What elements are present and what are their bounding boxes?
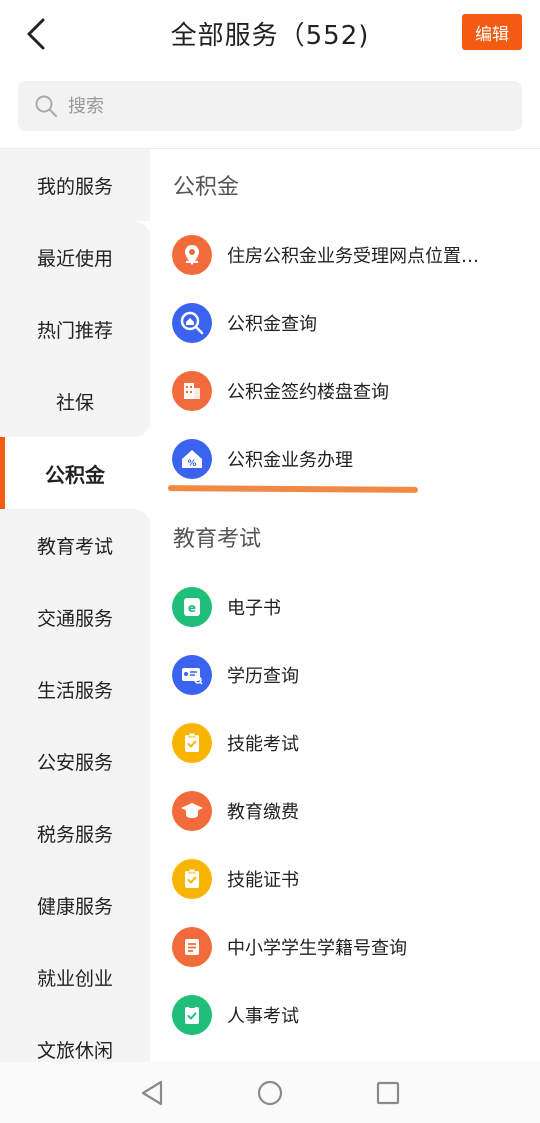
sidebar-item-label: 公安服务 [36,751,113,774]
service-item-fund-location[interactable]: 住房公积金业务受理网点位置… [150,221,540,289]
sidebar-item-label: 就业创业 [36,967,113,990]
location-pin-icon [172,235,212,275]
ebook-icon: e [172,587,212,627]
sidebar-item-label: 社保 [55,391,94,414]
sidebar-item-hot[interactable]: 热门推荐 [0,293,150,365]
service-label: 电子书 [227,598,281,619]
header: 全部服务（552) 编辑 [0,0,540,68]
service-label: 住房公积金业务受理网点位置… [227,246,479,267]
service-item-personnel-exam[interactable]: 人事考试 [150,981,540,1049]
sidebar-item-police[interactable]: 公安服务 [0,725,150,797]
service-item-degree-query[interactable]: 学历查询 [150,641,540,709]
sidebar-item-label: 教育考试 [36,535,113,558]
category-sidebar: 我的服务 最近使用 热门推荐 社保 公积金 教育考试 交通服务 生活服务 公安服… [0,149,150,1062]
service-item-skill-certificate[interactable]: 技能证书 [150,845,540,913]
search-icon [35,95,57,117]
service-item-ebook[interactable]: e 电子书 [150,573,540,641]
section-title: 公积金 [173,175,240,200]
document-check-icon [172,995,212,1035]
service-label: 人事考试 [227,1006,299,1027]
service-label: 公积金查询 [227,314,317,335]
service-label: 公积金签约楼盘查询 [227,382,389,403]
sidebar-item-tax[interactable]: 税务服务 [0,797,150,869]
svg-text:%: % [187,459,196,469]
square-recents-icon [376,1081,400,1104]
graduation-cap-icon [172,791,212,831]
sidebar-item-life[interactable]: 生活服务 [0,653,150,725]
edit-button[interactable]: 编辑 [462,14,522,50]
student-card-icon [172,927,212,967]
service-label: 教育缴费 [227,802,299,823]
certificate-search-icon [172,655,212,695]
clipboard-check-icon [172,859,212,899]
nav-recents-button[interactable] [373,1078,403,1108]
service-label: 技能考试 [227,734,299,755]
service-list: 公积金 住房公积金业务受理网点位置… 公积金查询 公积金签约楼盘查询 % 公积金… [150,149,540,1062]
svg-text:e: e [188,601,196,615]
sidebar-item-label: 交通服务 [36,607,113,630]
search-input[interactable] [68,95,468,117]
sidebar-item-employment[interactable]: 就业创业 [0,941,150,1013]
system-nav-bar [0,1062,540,1123]
section-title: 教育考试 [173,527,262,552]
service-item-skill-exam[interactable]: 技能考试 [150,709,540,777]
sidebar-item-label: 健康服务 [36,895,113,918]
service-label: 公积金业务办理 [227,450,353,471]
sidebar-item-culture-tourism[interactable]: 文旅休闲 [0,1013,150,1062]
service-label: 中小学学生学籍号查询 [227,938,407,959]
sidebar-item-housing-fund[interactable]: 公积金 [0,437,150,509]
service-item-fund-business[interactable]: % 公积金业务办理 [150,425,540,493]
sidebar-item-social-security[interactable]: 社保 [0,365,150,437]
page-title: 全部服务（552) [170,21,370,51]
service-item-education-payment[interactable]: 教育缴费 [150,777,540,845]
sidebar-item-recent[interactable]: 最近使用 [0,221,150,293]
nav-back-button[interactable] [137,1078,167,1108]
sidebar-item-label: 公积金 [45,462,105,487]
service-label: 技能证书 [227,870,299,891]
sidebar-item-education[interactable]: 教育考试 [0,509,150,581]
sidebar-item-label: 生活服务 [36,679,113,702]
service-item-fund-buildings[interactable]: 公积金签约楼盘查询 [150,357,540,425]
magnifier-search-icon [172,303,212,343]
building-icon [172,371,212,411]
house-percent-icon: % [172,439,212,479]
sidebar-item-label: 热门推荐 [36,319,113,342]
clipboard-check-icon [172,723,212,763]
sidebar-item-traffic[interactable]: 交通服务 [0,581,150,653]
sidebar-item-label: 我的服务 [36,175,113,198]
service-item-student-number[interactable]: 中小学学生学籍号查询 [150,913,540,981]
sidebar-item-label: 最近使用 [36,247,113,270]
nav-home-button[interactable] [255,1078,285,1108]
service-item-fund-query[interactable]: 公积金查询 [150,289,540,357]
sidebar-item-label: 税务服务 [36,823,113,846]
sidebar-item-health[interactable]: 健康服务 [0,869,150,941]
circle-home-icon [257,1080,283,1105]
sidebar-item-label: 文旅休闲 [36,1039,113,1062]
sidebar-item-my-services[interactable]: 我的服务 [0,149,150,221]
search-bar[interactable] [18,81,522,131]
service-label: 学历查询 [227,666,299,687]
triangle-back-icon [141,1080,163,1105]
